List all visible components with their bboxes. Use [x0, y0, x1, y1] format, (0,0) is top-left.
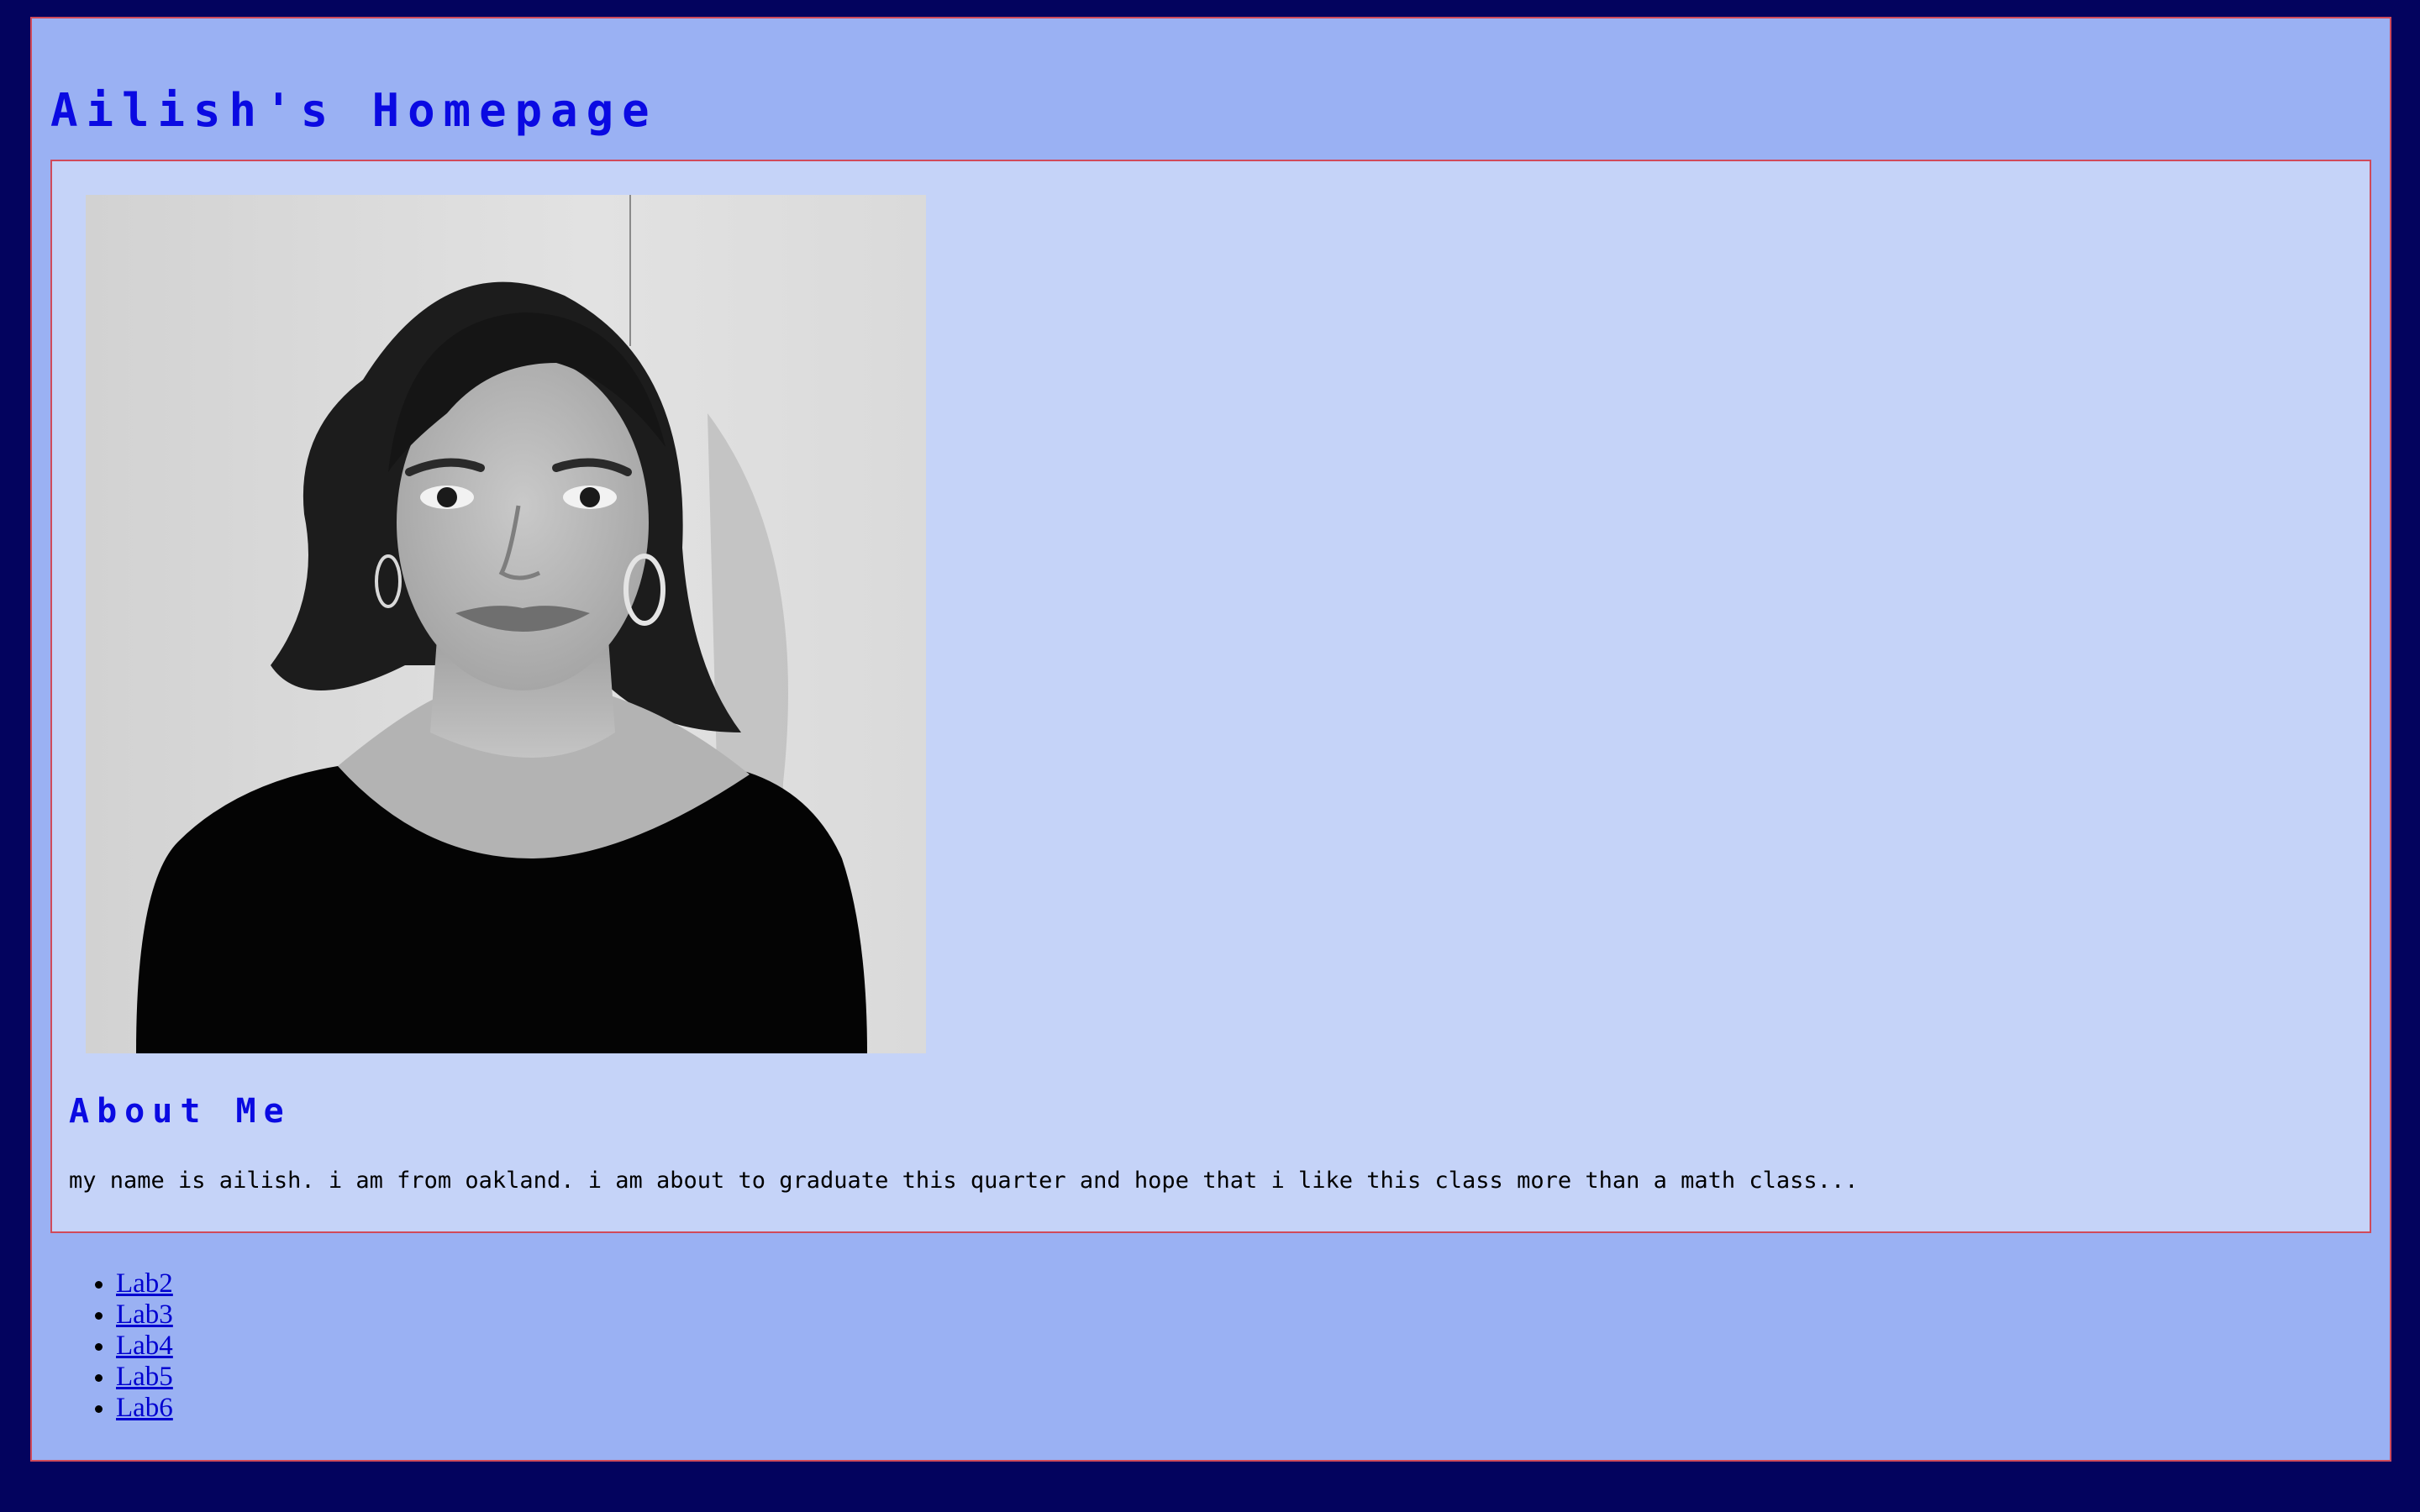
- page-title: Ailish's Homepage: [50, 84, 658, 137]
- profile-section: About Me my name is ailish. i am from oa…: [50, 160, 2371, 1233]
- lab6-link[interactable]: Lab6: [116, 1393, 173, 1423]
- lab-links-list: Lab2 Lab3 Lab4 Lab5 Lab6: [32, 1268, 173, 1424]
- list-item: Lab2: [116, 1268, 173, 1299]
- lab2-link[interactable]: Lab2: [116, 1268, 173, 1299]
- about-text: my name is ailish. i am from oakland. i …: [69, 1168, 1859, 1194]
- lab5-link[interactable]: Lab5: [116, 1362, 173, 1392]
- lab3-link[interactable]: Lab3: [116, 1299, 173, 1330]
- about-heading: About Me: [69, 1092, 292, 1131]
- list-item: Lab5: [116, 1362, 173, 1393]
- list-item: Lab4: [116, 1331, 173, 1362]
- profile-photo: [86, 195, 926, 1053]
- lab4-link[interactable]: Lab4: [116, 1331, 173, 1361]
- page-container: Ailish's Homepage About Me my name is ai…: [30, 17, 2391, 1462]
- list-item: Lab3: [116, 1299, 173, 1331]
- list-item: Lab6: [116, 1393, 173, 1424]
